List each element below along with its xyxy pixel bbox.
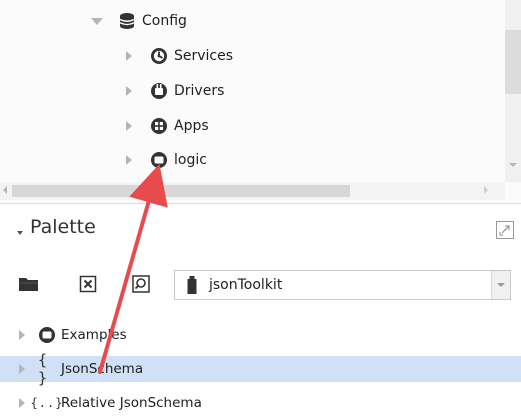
expand-right-icon[interactable]: [19, 364, 29, 374]
maximize-icon[interactable]: [495, 220, 515, 240]
scroll-left-icon[interactable]: [3, 186, 7, 194]
palette-item-examples[interactable]: Examples: [0, 322, 521, 348]
vertical-scroll-thumb[interactable]: [505, 30, 521, 94]
palette-item-label: Relative JsonSchema: [61, 395, 202, 411]
find-icon[interactable]: [129, 272, 153, 296]
close-palette-icon[interactable]: [76, 272, 100, 296]
tree-node-apps[interactable]: Apps: [122, 113, 209, 139]
module-select[interactable]: jsonToolkit: [174, 270, 511, 300]
tree-node-label: Services: [174, 48, 234, 64]
drivers-icon: [150, 82, 168, 100]
palette-panel: Palette jsonToolkit Examples {} JsonSch…: [0, 203, 521, 411]
tree-node-label: logic: [174, 152, 207, 168]
dropdown-arrow-icon[interactable]: [491, 271, 510, 299]
expand-right-icon[interactable]: [19, 330, 29, 340]
expand-down-icon[interactable]: [90, 17, 104, 25]
palette-item-relative-jsonschema[interactable]: {..} Relative JsonSchema: [0, 390, 521, 416]
jar-icon: [187, 276, 197, 298]
tree-node-config[interactable]: Config: [90, 8, 187, 34]
apps-icon: [150, 117, 168, 135]
palette-item-label: Examples: [61, 327, 127, 343]
json-schema-icon: { }: [38, 351, 49, 387]
services-icon: [150, 47, 168, 65]
tree-node-label: Config: [142, 13, 187, 29]
tree-node-logic[interactable]: logic: [122, 147, 207, 173]
collapse-icon[interactable]: [17, 231, 23, 235]
expand-right-icon[interactable]: [122, 51, 136, 61]
palette-title: Palette: [30, 216, 96, 238]
expand-right-icon[interactable]: [122, 155, 136, 165]
scroll-right-icon[interactable]: [484, 186, 488, 194]
module-select-value: jsonToolkit: [209, 277, 283, 293]
tree-node-label: Apps: [174, 118, 209, 134]
palette-item-label: JsonSchema: [61, 361, 144, 377]
open-folder-icon[interactable]: [17, 272, 41, 296]
horizontal-scroll-thumb[interactable]: [12, 185, 350, 197]
scroll-down-icon[interactable]: [509, 163, 517, 167]
tree-node-services[interactable]: Services: [122, 43, 233, 69]
database-icon: [118, 12, 136, 30]
nav-tree-pane: Config Services Drivers Apps logic: [0, 0, 521, 203]
palette-toolbar: jsonToolkit: [0, 264, 521, 308]
folder-icon: [150, 151, 168, 169]
tree-node-label: Drivers: [174, 83, 225, 99]
expand-right-icon[interactable]: [122, 86, 136, 96]
tree-node-drivers[interactable]: Drivers: [122, 78, 224, 104]
expand-right-icon[interactable]: [122, 121, 136, 131]
palette-item-jsonschema[interactable]: { } JsonSchema: [0, 351, 521, 387]
expand-right-icon[interactable]: [19, 398, 29, 408]
folder-icon: [38, 326, 56, 344]
palette-header: Palette: [0, 204, 521, 260]
relative-json-schema-icon: {..}: [30, 396, 64, 410]
